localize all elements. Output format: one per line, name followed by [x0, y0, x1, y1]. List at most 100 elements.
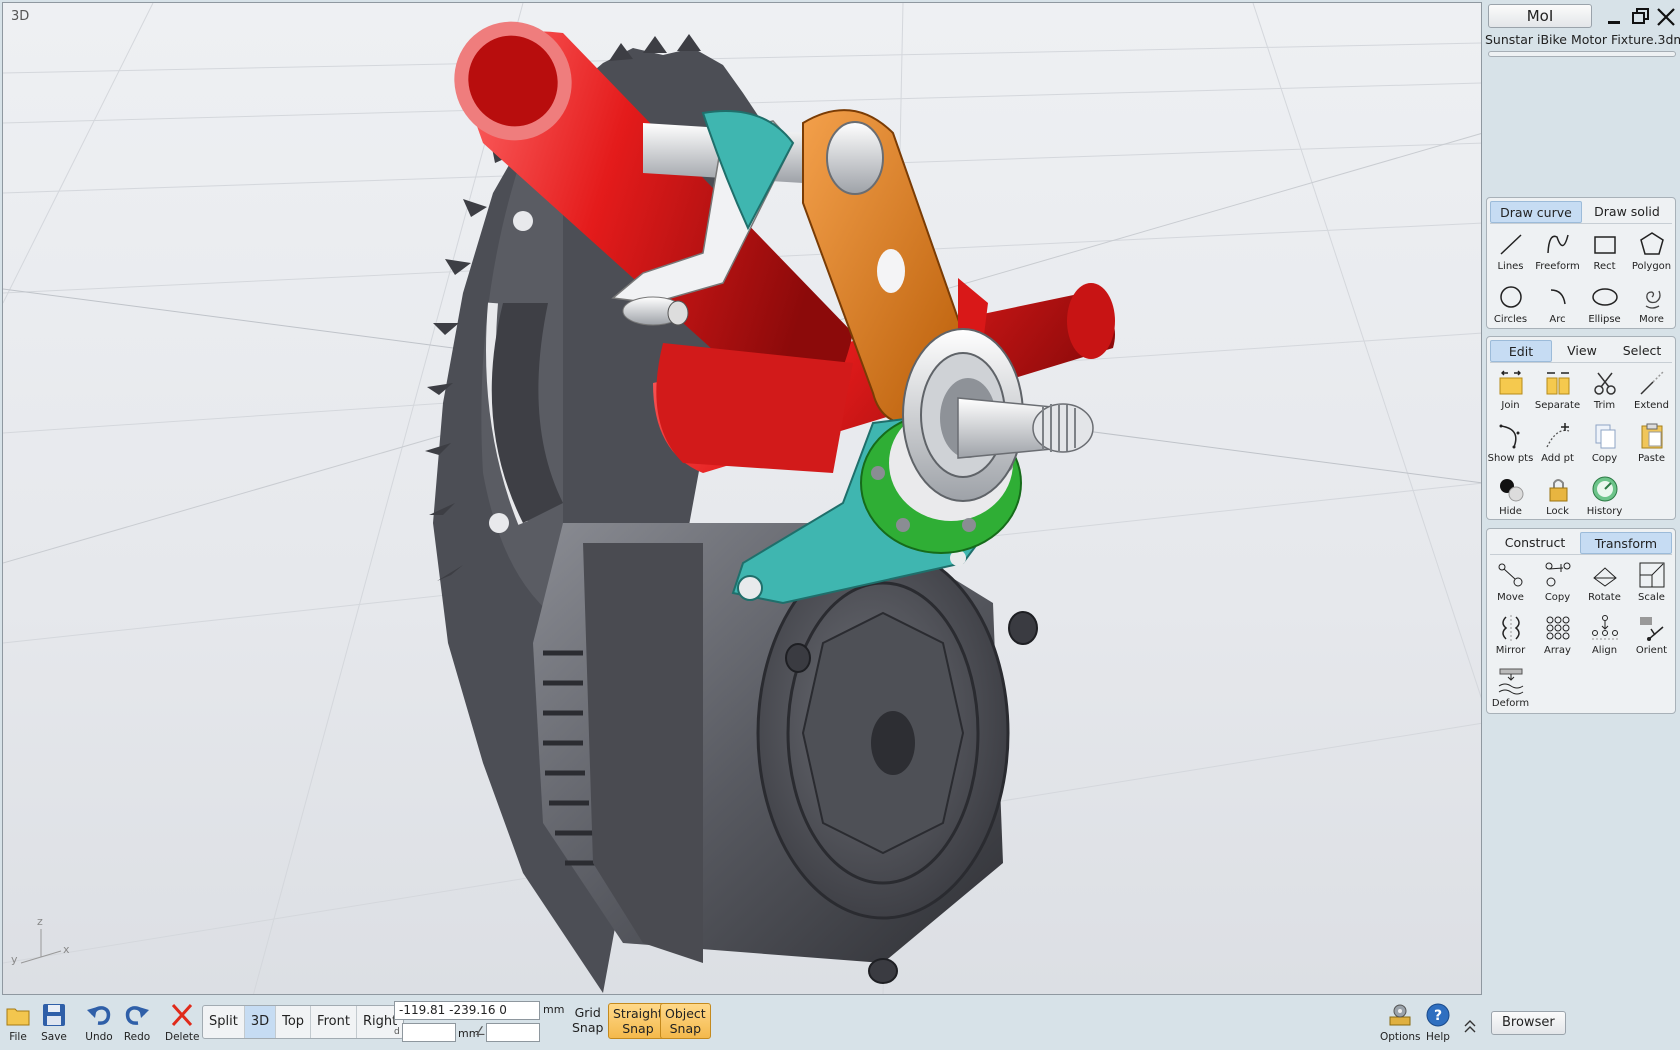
copy-icon — [1595, 424, 1615, 449]
axis-x-label: x — [63, 943, 70, 956]
history-icon — [1592, 476, 1617, 502]
align-icon — [1591, 615, 1618, 640]
rotate-icon — [1592, 567, 1617, 587]
ellipse-icon — [1591, 288, 1618, 306]
folder-icon — [6, 1008, 30, 1026]
distance-input[interactable] — [402, 1023, 456, 1042]
distance-label: d — [394, 1027, 400, 1037]
join-icon — [1499, 370, 1522, 395]
redo-button[interactable]: Redo — [123, 1001, 151, 1043]
save-button[interactable]: Save — [40, 1001, 68, 1043]
paste-button[interactable]: Paste — [1628, 418, 1675, 471]
tab-draw-solid[interactable]: Draw solid — [1582, 201, 1672, 223]
mirror-button[interactable]: Mirror — [1487, 610, 1534, 663]
straight-snap-toggle[interactable]: Straight Snap — [608, 1003, 668, 1039]
transform-panel: Construct Transform Move Copy Rotate Sca… — [1486, 528, 1676, 714]
lock-icon — [1549, 479, 1567, 502]
circle-icon — [1499, 286, 1522, 308]
circles-button[interactable]: Circles — [1487, 279, 1534, 332]
extend-icon — [1639, 371, 1664, 395]
paste-icon — [1641, 423, 1662, 449]
browser-button[interactable]: Browser — [1491, 1011, 1566, 1035]
edit-panel: Edit View Select Join Separate Trim Exte… — [1486, 336, 1676, 520]
viewport-3d[interactable]: 3D z x y — [2, 2, 1482, 995]
separate-icon — [1546, 372, 1569, 395]
deform-button[interactable]: Deform — [1487, 663, 1534, 716]
view-front-button[interactable]: Front — [311, 1006, 357, 1038]
file-button[interactable]: File — [4, 1001, 32, 1043]
align-button[interactable]: Align — [1581, 610, 1628, 663]
draw-panel: Draw curve Draw solid Lines Freeform Rec… — [1486, 197, 1676, 329]
ellipse-button[interactable]: Ellipse — [1581, 279, 1628, 332]
orient-icon — [1639, 617, 1663, 641]
angle-input[interactable] — [486, 1023, 540, 1042]
copy-transform-button[interactable]: Copy — [1534, 557, 1581, 610]
rect-icon — [1593, 236, 1616, 254]
polygon-button[interactable]: Polygon — [1628, 226, 1675, 279]
more-button[interactable]: More — [1628, 279, 1675, 332]
grid-snap-toggle[interactable]: Grid Snap — [568, 1003, 607, 1039]
axis-z-label: z — [37, 915, 43, 928]
viewport-label: 3D — [11, 9, 30, 24]
axis-y-label: y — [11, 953, 18, 966]
orient-button[interactable]: Orient — [1628, 610, 1675, 663]
app-menu-button[interactable]: MoI — [1488, 4, 1592, 28]
scissors-icon — [1593, 372, 1616, 395]
add-point-button[interactable]: Add pt — [1534, 418, 1581, 471]
show-points-button[interactable]: Show pts — [1487, 418, 1534, 471]
lock-button[interactable]: Lock — [1534, 471, 1581, 524]
rotate-button[interactable]: Rotate — [1581, 557, 1628, 610]
tab-draw-curve[interactable]: Draw curve — [1490, 201, 1582, 223]
history-button[interactable]: History — [1581, 471, 1628, 524]
rect-button[interactable]: Rect — [1581, 226, 1628, 279]
lines-button[interactable]: Lines — [1487, 226, 1534, 279]
freeform-button[interactable]: Freeform — [1534, 226, 1581, 279]
view-top-button[interactable]: Top — [276, 1006, 312, 1038]
extend-button[interactable]: Extend — [1628, 365, 1675, 418]
mirror-icon — [1501, 615, 1520, 641]
scale-icon — [1639, 562, 1664, 588]
tab-transform[interactable]: Transform — [1580, 532, 1672, 554]
trim-button[interactable]: Trim — [1581, 365, 1628, 418]
angle-label: ∠ — [475, 1024, 486, 1038]
tab-select[interactable]: Select — [1612, 340, 1672, 362]
undo-icon — [87, 1006, 111, 1025]
options-button[interactable]: Options — [1380, 1001, 1421, 1043]
tab-edit[interactable]: Edit — [1490, 340, 1552, 362]
coordinate-input[interactable]: -119.81 -239.16 0 — [394, 1001, 540, 1020]
close-icon[interactable] — [1654, 6, 1678, 28]
delete-x-icon — [172, 1003, 193, 1027]
view-split-button[interactable]: Split — [203, 1006, 245, 1038]
copy-button[interactable]: Copy — [1581, 418, 1628, 471]
separate-button[interactable]: Separate — [1534, 365, 1581, 418]
hide-button[interactable]: Hide — [1487, 471, 1534, 524]
tab-view[interactable]: View — [1552, 340, 1612, 362]
scale-button[interactable]: Scale — [1628, 557, 1675, 610]
tab-construct[interactable]: Construct — [1490, 532, 1580, 554]
undo-button[interactable]: Undo — [85, 1001, 113, 1043]
file-title: Sunstar iBike Motor Fixture.3dm* — [1485, 32, 1680, 47]
move-button[interactable]: Move — [1487, 557, 1534, 610]
axis-triad-icon: z x y — [7, 915, 71, 971]
move-icon — [1498, 563, 1522, 587]
chevron-up-icon[interactable] — [1462, 1019, 1478, 1035]
polygon-icon — [1639, 232, 1664, 255]
minimize-icon[interactable] — [1602, 6, 1626, 28]
array-button[interactable]: Array — [1534, 610, 1581, 663]
options-gear-icon — [1389, 1004, 1411, 1026]
delete-button[interactable]: Delete — [165, 1001, 200, 1043]
array-icon — [1546, 616, 1569, 640]
deform-icon — [1498, 668, 1523, 695]
object-snap-toggle[interactable]: Object Snap — [660, 1003, 711, 1039]
panel-header: MoI Sunstar iBike Motor Fixture.3dm* — [1484, 2, 1680, 58]
panel-scrollbar[interactable] — [1488, 51, 1676, 57]
join-button[interactable]: Join — [1487, 365, 1534, 418]
view-3d-button[interactable]: 3D — [244, 1006, 277, 1038]
redo-icon — [125, 1006, 149, 1025]
arc-button[interactable]: Arc — [1534, 279, 1581, 332]
arc-icon — [1550, 289, 1566, 305]
restore-icon[interactable] — [1628, 6, 1652, 28]
help-button[interactable]: ? Help — [1424, 1001, 1452, 1043]
model-scene[interactable] — [3, 3, 1482, 995]
bottom-toolbar: File Save Undo Redo Delete Split 3D Top … — [0, 997, 1680, 1050]
